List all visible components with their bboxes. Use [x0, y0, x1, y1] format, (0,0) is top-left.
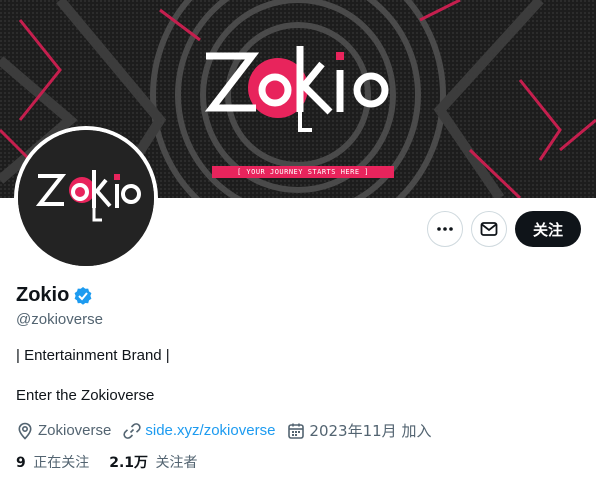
profile-meta: Zokioverse side.xyz/zokioverse 2023年11月 …	[16, 420, 443, 441]
avatar[interactable]	[14, 126, 158, 270]
verified-badge-icon[interactable]	[73, 286, 93, 306]
bio-line-1: | Entertainment Brand |	[16, 347, 170, 364]
following-label: 正在关注	[33, 455, 90, 471]
calendar-icon	[288, 423, 305, 439]
banner-tagline: [ YOUR JOURNEY STARTS HERE ]	[236, 168, 369, 176]
profile-actions: 关注	[426, 211, 581, 247]
following-count: 9	[16, 455, 26, 471]
location-item: Zokioverse	[16, 422, 111, 440]
display-name: Zokio	[16, 284, 70, 306]
followers-count: 2.1万	[109, 455, 149, 471]
website-item: side.xyz/zokioverse	[123, 422, 275, 440]
more-button[interactable]	[426, 211, 463, 247]
website-link[interactable]: side.xyz/zokioverse	[145, 422, 275, 439]
user-handle: @zokioverse	[16, 311, 103, 328]
followers-label: 关注者	[155, 455, 198, 471]
profile-stats: 9 正在关注 2.1万 关注者	[16, 452, 217, 472]
name-row: Zokio	[16, 284, 93, 307]
joined-date: 2023年11月 加入	[309, 422, 432, 440]
location-text: Zokioverse	[38, 422, 112, 439]
more-horizontal-icon	[437, 227, 453, 231]
followers-stat[interactable]: 2.1万 关注者	[109, 452, 197, 472]
avatar-image	[18, 130, 154, 266]
zokio-logo-icon	[18, 130, 154, 266]
message-button[interactable]	[470, 211, 507, 247]
joined-item: 2023年11月 加入	[287, 420, 431, 441]
bio-line-2: Enter the Zokioverse	[16, 387, 155, 404]
following-stat[interactable]: 9 正在关注	[16, 452, 89, 472]
location-pin-icon	[18, 422, 32, 440]
link-icon	[123, 422, 142, 439]
follow-button[interactable]: 关注	[514, 211, 581, 247]
mail-icon	[480, 222, 498, 236]
